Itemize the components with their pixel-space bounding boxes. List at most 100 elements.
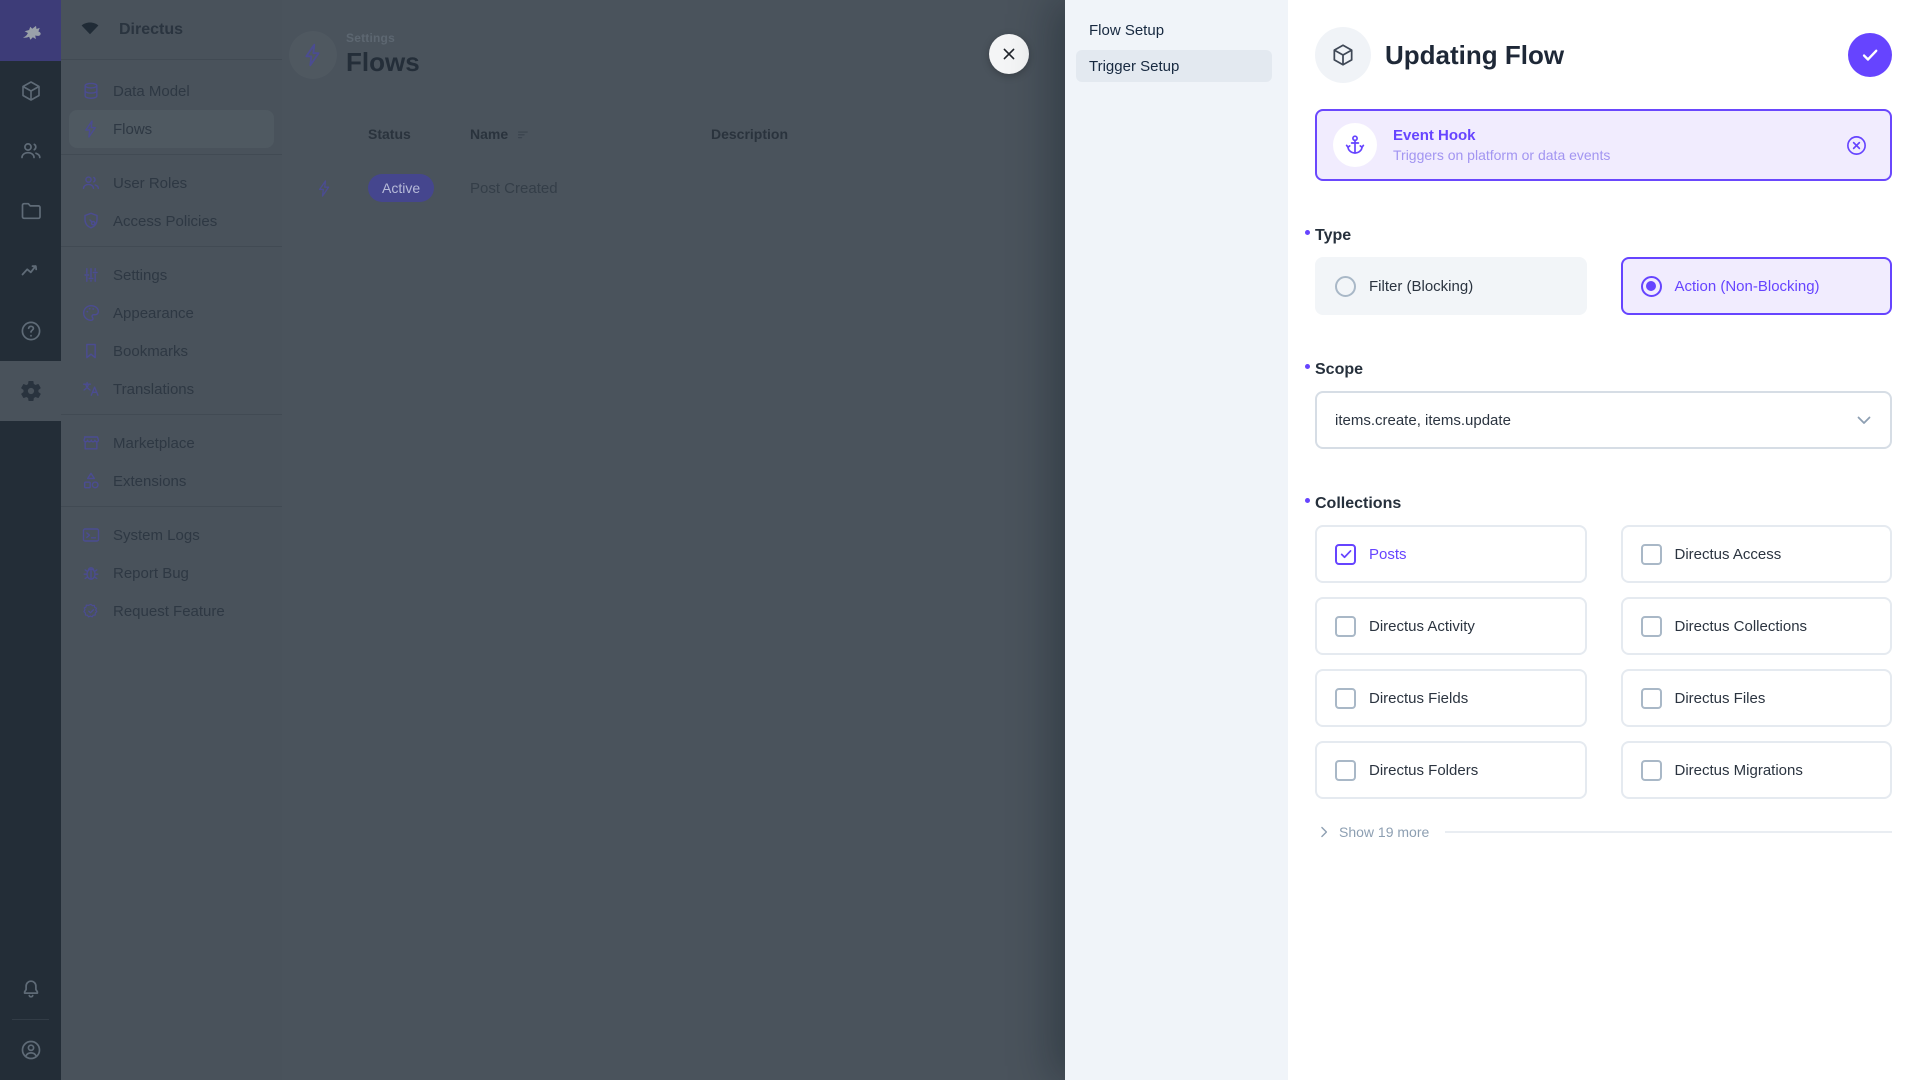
sidebar-item-label: User Roles <box>113 175 187 192</box>
required-dot <box>1305 498 1310 503</box>
drawer-nav-flow-setup[interactable]: Flow Setup <box>1076 14 1272 46</box>
module-content-button[interactable] <box>0 61 61 121</box>
sidebar-item-label: Settings <box>113 267 167 284</box>
shield-key-icon <box>81 211 101 231</box>
close-icon <box>998 43 1020 65</box>
collection-checkbox-posts[interactable]: Posts <box>1315 525 1587 583</box>
scope-select-value: items.create, items.update <box>1335 412 1852 429</box>
bolt-icon <box>315 179 368 198</box>
checkbox-icon <box>1641 544 1662 565</box>
module-bar <box>0 0 61 1080</box>
show-more-toggle[interactable]: Show 19 more <box>1315 823 1892 841</box>
collection-checkbox-directus-folders[interactable]: Directus Folders <box>1315 741 1587 799</box>
sidebar-item-label: Report Bug <box>113 565 189 582</box>
sidebar-item-data-model[interactable]: Data Model <box>69 72 274 110</box>
sidebar-item-request-feature[interactable]: Request Feature <box>69 592 274 630</box>
column-header-status[interactable]: Status <box>368 126 470 142</box>
sidebar-item-label: Translations <box>113 381 194 398</box>
trigger-card-title: Event Hook <box>1393 127 1845 144</box>
terminal-icon <box>81 525 101 545</box>
module-files-button[interactable] <box>0 181 61 241</box>
project-header[interactable]: Directus <box>61 0 282 60</box>
check-icon <box>1859 44 1881 66</box>
bolt-icon <box>81 119 101 139</box>
page-icon-circle <box>289 31 337 79</box>
sidebar-item-marketplace[interactable]: Marketplace <box>69 424 274 462</box>
chevron-right-icon <box>1315 823 1333 841</box>
collections-section-label: Collections <box>1315 495 1401 513</box>
checkbox-icon <box>1641 688 1662 709</box>
nav-divider <box>61 246 282 247</box>
sidebar-item-user-roles[interactable]: User Roles <box>69 164 274 202</box>
radio-filter-blocking[interactable]: Filter (Blocking) <box>1315 257 1587 315</box>
drawer-main-panel: Updating Flow Event Hook Triggers on pla… <box>1288 0 1920 1080</box>
tune-icon <box>81 265 101 285</box>
account-circle-icon <box>19 1038 43 1062</box>
drawer-icon-circle <box>1315 27 1371 83</box>
radio-action-non-blocking[interactable]: Action (Non-Blocking) <box>1621 257 1893 315</box>
box-icon <box>1330 42 1356 68</box>
checkbox-icon <box>1335 616 1356 637</box>
page-title: Flows <box>346 47 420 78</box>
sidebar-item-appearance[interactable]: Appearance <box>69 294 274 332</box>
folder-icon <box>19 199 43 223</box>
module-settings-button[interactable] <box>0 361 61 421</box>
collection-checkbox-directus-migrations[interactable]: Directus Migrations <box>1621 741 1893 799</box>
show-more-label: Show 19 more <box>1339 824 1429 840</box>
help-icon <box>19 319 43 343</box>
directus-logo-button[interactable] <box>0 0 61 61</box>
sidebar-item-label: Access Policies <box>113 213 217 230</box>
remove-trigger-icon[interactable] <box>1845 134 1868 157</box>
drawer-nav-trigger-setup[interactable]: Trigger Setup <box>1076 50 1272 82</box>
sidebar-item-bookmarks[interactable]: Bookmarks <box>69 332 274 370</box>
module-docs-button[interactable] <box>0 301 61 361</box>
sidebar-item-settings[interactable]: Settings <box>69 256 274 294</box>
user-avatar-button[interactable] <box>0 1020 61 1080</box>
flow-drawer: Flow Setup Trigger Setup Updating Flow E… <box>1065 0 1920 1080</box>
sidebar-item-label: Extensions <box>113 473 186 490</box>
sidebar-item-label: Flows <box>113 121 152 138</box>
bell-icon <box>19 977 43 1001</box>
anchor-icon <box>1343 133 1367 157</box>
sidebar-item-report-bug[interactable]: Report Bug <box>69 554 274 592</box>
badge-check-icon <box>81 601 101 621</box>
database-icon <box>81 81 101 101</box>
breadcrumb[interactable]: Settings <box>346 31 420 45</box>
gear-icon <box>19 379 43 403</box>
sidebar-item-system-logs[interactable]: System Logs <box>69 516 274 554</box>
drawer-close-button[interactable] <box>989 34 1029 74</box>
project-logo-icon <box>78 18 102 42</box>
bolt-icon <box>300 42 326 68</box>
sidebar-item-flows[interactable]: Flows <box>69 110 274 148</box>
collection-checkbox-directus-activity[interactable]: Directus Activity <box>1315 597 1587 655</box>
required-dot <box>1305 230 1310 235</box>
bookmark-icon <box>81 341 101 361</box>
collection-checkbox-directus-access[interactable]: Directus Access <box>1621 525 1893 583</box>
nav-divider <box>61 154 282 155</box>
trigger-type-card[interactable]: Event Hook Triggers on platform or data … <box>1315 109 1892 181</box>
box-icon <box>19 79 43 103</box>
module-users-button[interactable] <box>0 121 61 181</box>
scope-select[interactable]: items.create, items.update <box>1315 391 1892 449</box>
bug-icon <box>81 563 101 583</box>
checkbox-icon <box>1335 760 1356 781</box>
radio-icon <box>1335 276 1356 297</box>
collection-checkbox-directus-files[interactable]: Directus Files <box>1621 669 1893 727</box>
storefront-icon <box>81 433 101 453</box>
collection-checkbox-directus-collections[interactable]: Directus Collections <box>1621 597 1893 655</box>
module-insights-button[interactable] <box>0 241 61 301</box>
checkbox-checked-icon <box>1335 544 1356 565</box>
status-badge: Active <box>368 174 434 202</box>
notifications-button[interactable] <box>0 959 61 1019</box>
save-button[interactable] <box>1848 33 1892 77</box>
sidebar-item-translations[interactable]: Translations <box>69 370 274 408</box>
sort-icon <box>516 127 531 142</box>
column-header-name[interactable]: Name <box>470 126 711 142</box>
collection-checkbox-directus-fields[interactable]: Directus Fields <box>1315 669 1587 727</box>
drawer-title: Updating Flow <box>1385 40 1848 71</box>
show-more-divider <box>1445 831 1892 833</box>
sidebar-item-extensions[interactable]: Extensions <box>69 462 274 500</box>
scope-section-label: Scope <box>1315 361 1363 379</box>
sidebar-item-label: Request Feature <box>113 603 225 620</box>
sidebar-item-access-policies[interactable]: Access Policies <box>69 202 274 240</box>
